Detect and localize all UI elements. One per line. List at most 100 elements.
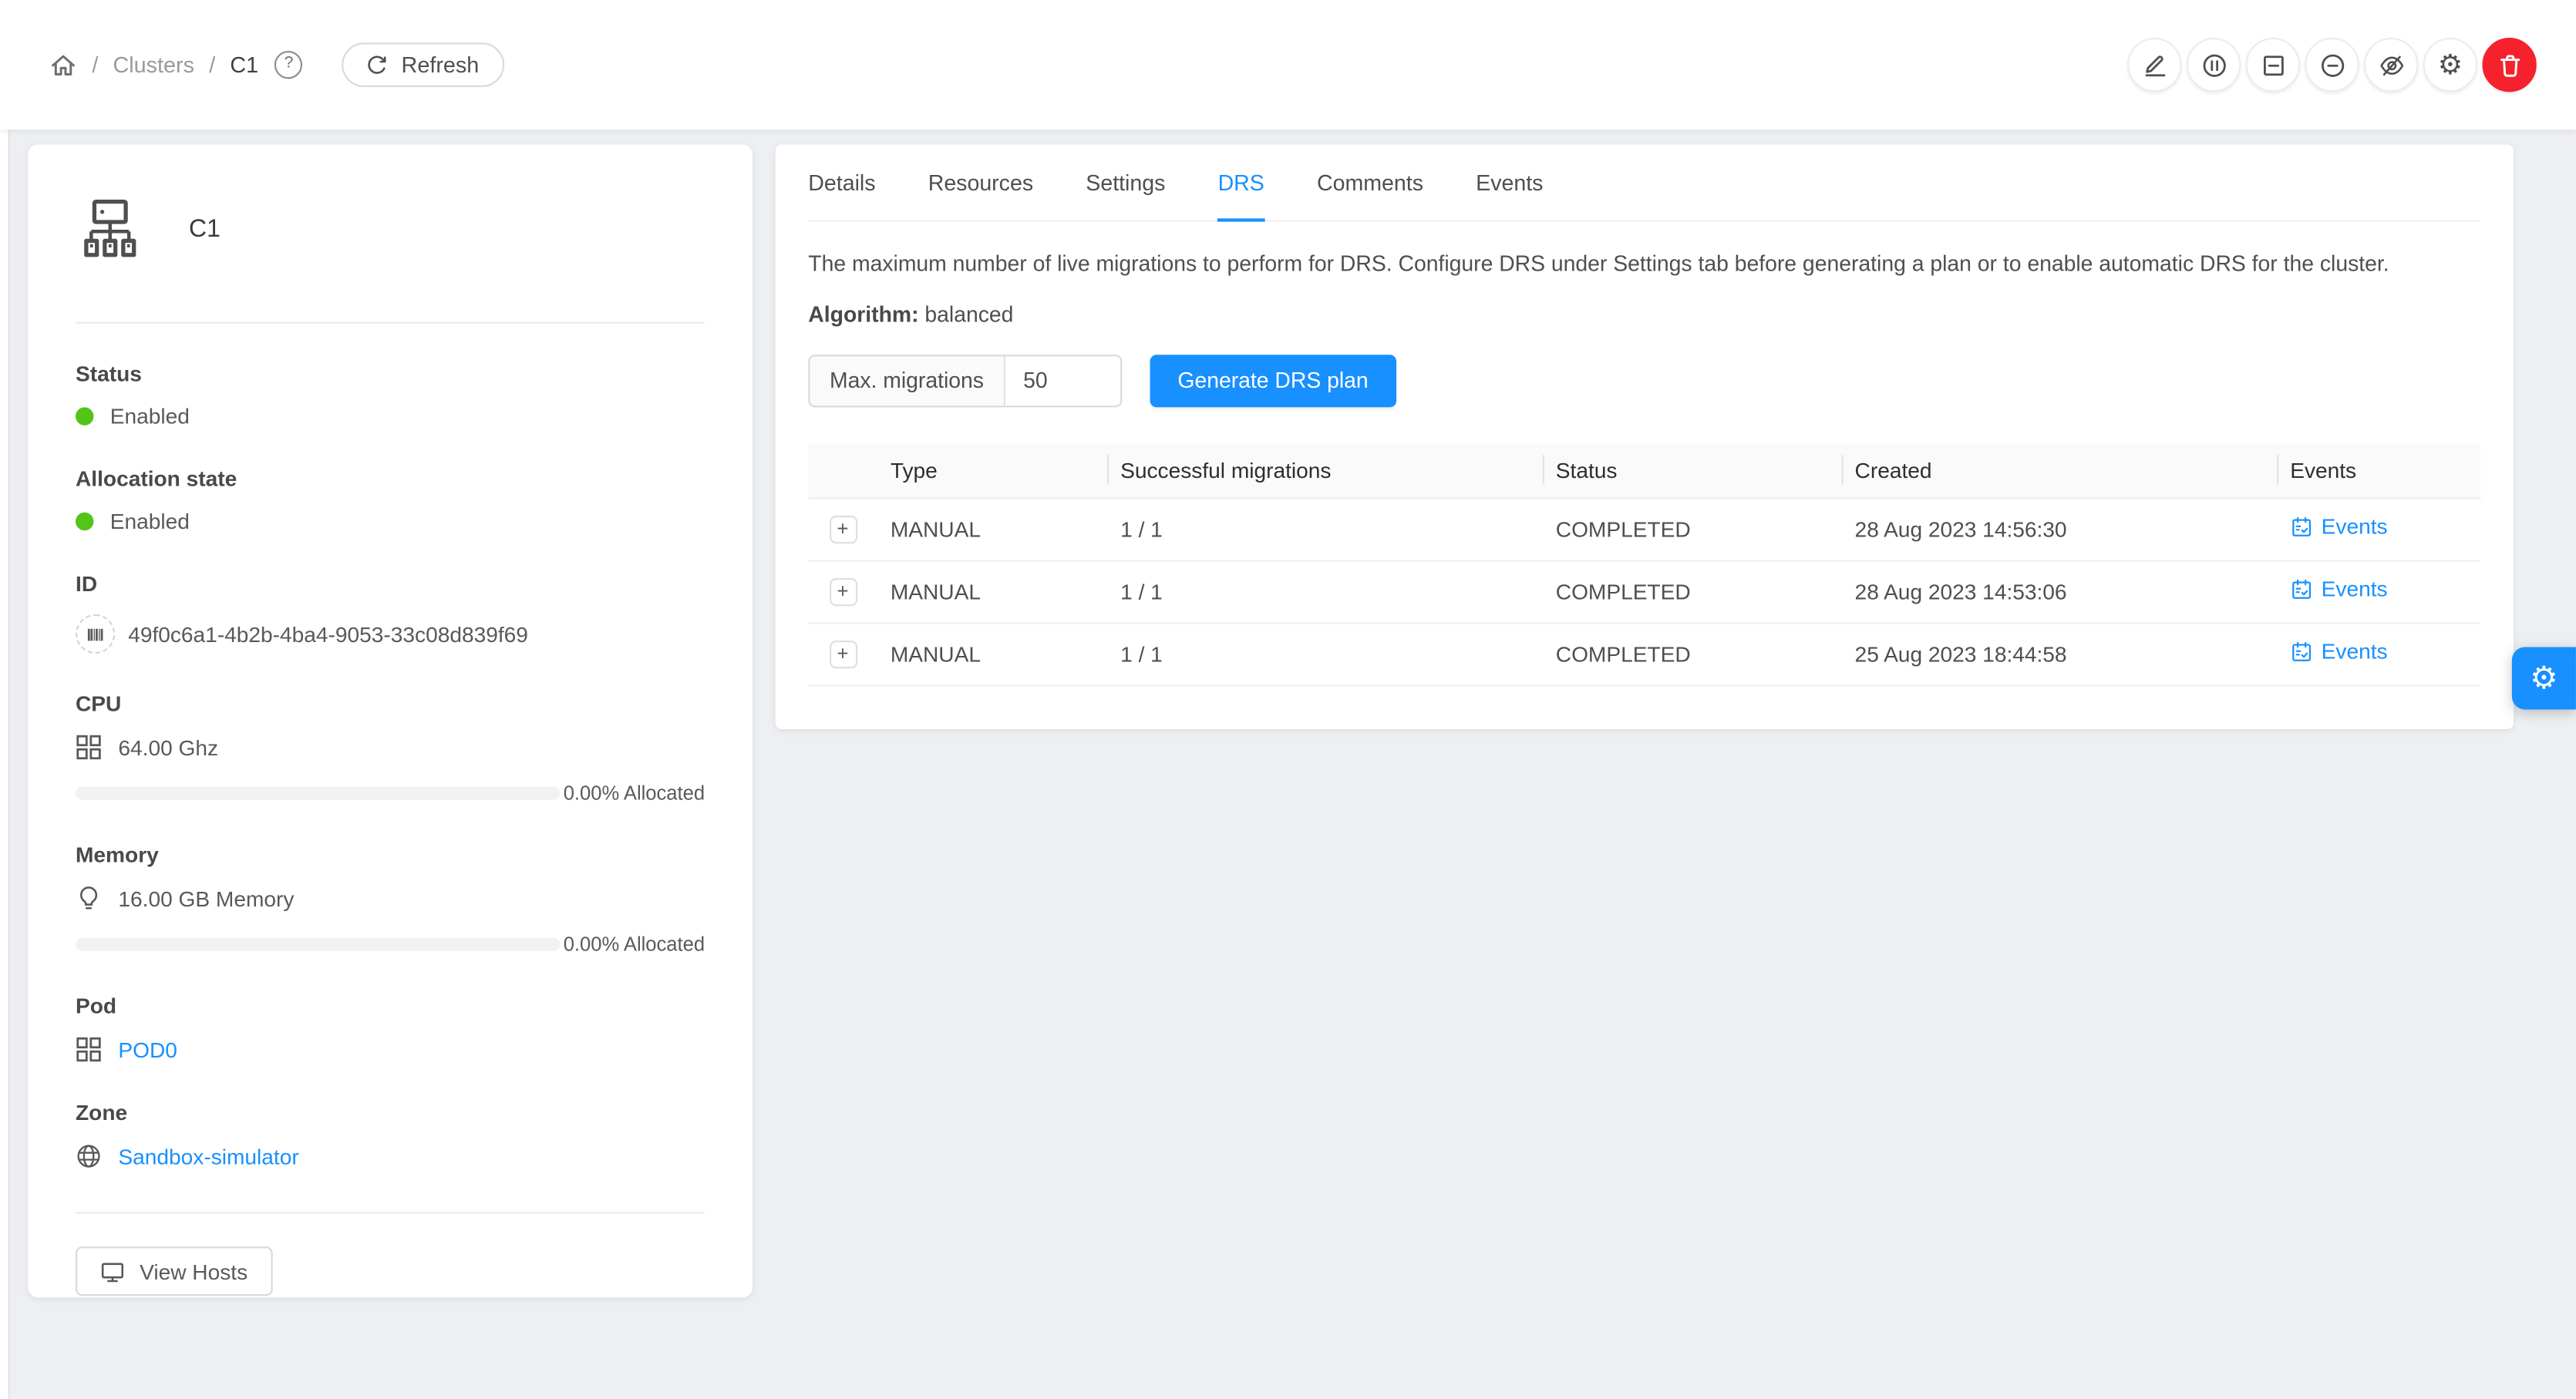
schedule-icon — [2290, 578, 2313, 601]
refresh-button[interactable]: Refresh — [342, 42, 503, 87]
bulb-icon — [76, 885, 102, 911]
algorithm-line: Algorithm: balanced — [808, 301, 2480, 326]
cell-successful-migrations: 1 / 1 — [1107, 623, 1543, 685]
minus-square-icon — [2260, 52, 2286, 78]
divider — [76, 322, 705, 324]
table-header-row: Type Successful migrations Status Create… — [808, 442, 2480, 497]
breadcrumb-clusters-link[interactable]: Clusters — [113, 52, 195, 77]
tab-details[interactable]: Details — [808, 145, 875, 220]
pod-row: POD0 — [76, 1036, 705, 1062]
cpu-label: CPU — [76, 691, 705, 716]
cell-created: 28 Aug 2023 14:56:30 — [1842, 498, 2278, 560]
tab-resources[interactable]: Resources — [928, 145, 1033, 220]
row-events-link[interactable]: Events — [2290, 640, 2387, 664]
gear-icon: ⚙ — [2530, 659, 2557, 697]
cell-status: COMPLETED — [1543, 498, 1842, 560]
drs-controls: Max. migrations Generate DRS plan — [808, 354, 2480, 406]
cluster-detail-card: Details Resources Settings DRS Comments … — [776, 145, 2514, 729]
home-icon[interactable] — [49, 51, 77, 79]
breadcrumb-separator: / — [92, 52, 98, 77]
gear-icon: ⚙ — [2438, 51, 2463, 79]
delete-button[interactable] — [2482, 38, 2536, 92]
tab-events[interactable]: Events — [1476, 145, 1543, 220]
row-events-link[interactable]: Events — [2290, 515, 2387, 540]
schedule-icon — [2290, 641, 2313, 664]
table-row: + MANUAL 1 / 1 COMPLETED 28 Aug 2023 14:… — [808, 498, 2480, 560]
pause-circle-button[interactable] — [2187, 38, 2241, 92]
expand-row-button[interactable]: + — [829, 515, 857, 543]
row-events-link[interactable]: Events — [2290, 577, 2387, 602]
tab-comments[interactable]: Comments — [1317, 145, 1423, 220]
memory-value: 16.00 GB Memory — [118, 886, 294, 911]
header-actions: ⚙ — [2127, 38, 2537, 92]
globe-icon — [76, 1143, 102, 1169]
cell-successful-migrations: 1 / 1 — [1107, 498, 1543, 560]
status-value: Enabled — [110, 404, 190, 429]
view-hosts-button[interactable]: View Hosts — [76, 1246, 272, 1296]
cell-created: 25 Aug 2023 18:44:58 — [1842, 623, 2278, 685]
edit-button[interactable] — [2127, 38, 2181, 92]
allocation-state-value: Enabled — [110, 509, 190, 534]
cpu-progress-bar — [76, 787, 561, 800]
cpu-value: 64.00 Ghz — [118, 735, 218, 759]
allocation-state-label: Allocation state — [76, 466, 705, 491]
breadcrumb-current: C1 — [230, 52, 258, 77]
table-row: + MANUAL 1 / 1 COMPLETED 28 Aug 2023 14:… — [808, 560, 2480, 623]
breadcrumb-separator: / — [209, 52, 215, 77]
algorithm-label: Algorithm: — [808, 301, 918, 326]
minus-square-button[interactable] — [2246, 38, 2300, 92]
status-label: Status — [76, 362, 705, 386]
status-dot-icon — [76, 513, 93, 530]
collapsed-sidebar — [0, 0, 10, 1399]
pod-label: Pod — [76, 994, 705, 1018]
expand-row-button[interactable]: + — [829, 640, 857, 668]
cpu-row: 64.00 Ghz — [76, 734, 705, 760]
cell-type: MANUAL — [877, 560, 1107, 623]
drs-plans-table: Type Successful migrations Status Create… — [808, 442, 2480, 685]
generate-drs-plan-button[interactable]: Generate DRS plan — [1150, 354, 1396, 406]
max-migrations-input[interactable] — [1005, 355, 1120, 405]
cell-type: MANUAL — [877, 498, 1107, 560]
table-row: + MANUAL 1 / 1 COMPLETED 25 Aug 2023 18:… — [808, 623, 2480, 685]
zone-row: Sandbox-simulator — [76, 1143, 705, 1169]
max-migrations-group: Max. migrations — [808, 354, 1122, 406]
cluster-icon — [76, 193, 144, 262]
cpu-progress-row: 0.00% Allocated — [76, 782, 705, 805]
drs-description: The maximum number of live migrations to… — [808, 248, 2480, 280]
expand-row-button[interactable]: + — [829, 577, 857, 605]
tab-settings[interactable]: Settings — [1086, 145, 1165, 220]
column-header-status: Status — [1543, 442, 1842, 497]
settings-button[interactable]: ⚙ — [2423, 38, 2477, 92]
minus-circle-button[interactable] — [2305, 38, 2359, 92]
cpu-allocated-text: 0.00% Allocated — [564, 782, 705, 805]
status-value-row: Enabled — [76, 404, 705, 429]
cell-status: COMPLETED — [1543, 623, 1842, 685]
cell-successful-migrations: 1 / 1 — [1107, 560, 1543, 623]
app-window: / Clusters / C1 ? Refresh — [0, 0, 2576, 1399]
schedule-icon — [2290, 516, 2313, 539]
tab-drs[interactable]: DRS — [1218, 145, 1264, 220]
quick-settings-button[interactable]: ⚙ — [2512, 647, 2576, 709]
monitor-icon — [100, 1259, 125, 1283]
edit-icon — [2141, 52, 2167, 78]
barcode-icon[interactable] — [76, 614, 115, 654]
column-header-type: Type — [877, 442, 1107, 497]
memory-allocated-text: 0.00% Allocated — [564, 933, 705, 956]
pause-circle-icon — [2201, 52, 2227, 78]
status-dot-icon — [76, 407, 93, 425]
top-bar: / Clusters / C1 ? Refresh — [0, 0, 2576, 129]
pod-link[interactable]: POD0 — [118, 1037, 177, 1062]
memory-label: Memory — [76, 842, 705, 867]
grid-icon — [76, 734, 102, 760]
zone-link[interactable]: Sandbox-simulator — [118, 1144, 298, 1169]
cell-created: 28 Aug 2023 14:53:06 — [1842, 560, 2278, 623]
eye-invisible-button[interactable] — [2364, 38, 2418, 92]
tab-bar: Details Resources Settings DRS Comments … — [808, 145, 2480, 222]
help-icon[interactable]: ? — [274, 51, 302, 79]
column-header-created: Created — [1842, 442, 2278, 497]
breadcrumb: / Clusters / C1 ? Refresh — [49, 42, 503, 87]
minus-circle-icon — [2318, 52, 2345, 78]
divider — [76, 1212, 705, 1213]
cluster-title-row: C1 — [76, 193, 705, 262]
id-label: ID — [76, 571, 705, 596]
